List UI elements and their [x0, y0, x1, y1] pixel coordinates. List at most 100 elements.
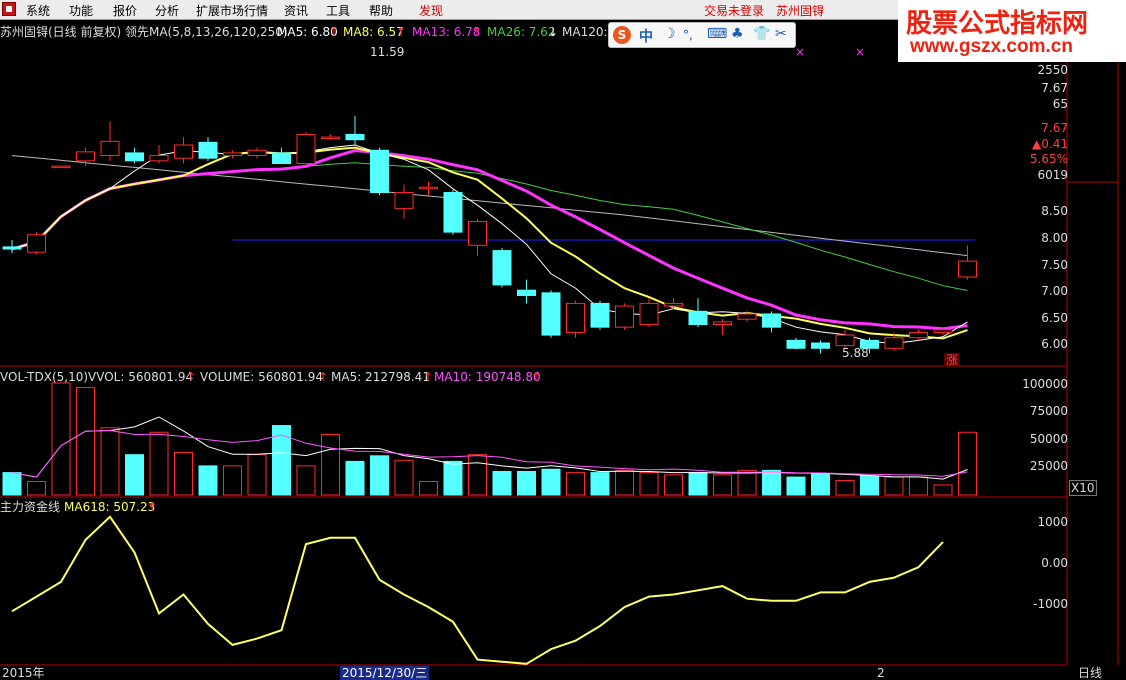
price-tick-2: 7.50: [1041, 258, 1068, 272]
volume-bar: [149, 431, 169, 496]
ime-lang-toggle[interactable]: 中: [639, 26, 653, 46]
price-tick-0: 8.50: [1041, 204, 1068, 218]
volume-bar: [590, 472, 610, 496]
price-tick-3: 7.00: [1041, 284, 1068, 298]
volume-bar: [2, 472, 22, 496]
vol-title: VOL-TDX(5,10): [0, 370, 89, 384]
chart-area[interactable]: [0, 20, 1126, 680]
candle-body: [958, 260, 977, 278]
candlestick-series: [2, 115, 977, 354]
menu-news[interactable]: 资讯: [284, 2, 308, 19]
candle-body: [811, 342, 830, 349]
menu-help[interactable]: 帮助: [369, 2, 393, 19]
volume-bar: [639, 472, 659, 496]
menu-system[interactable]: 系统: [26, 2, 50, 19]
ma120-line: [11, 155, 968, 257]
ime-toolbar[interactable]: S 中 ☽ °, ⌨ ♣ 👕 ✂: [608, 22, 796, 48]
candle-body: [835, 334, 855, 347]
candle-body: [247, 149, 267, 157]
volume-bar: [541, 468, 561, 496]
vol-tick-2: 50000: [1029, 432, 1068, 446]
volume-bar: [51, 382, 71, 496]
skin-icon[interactable]: ♣: [731, 26, 744, 42]
candle-body: [419, 186, 438, 190]
sogou-logo-icon[interactable]: S: [613, 26, 631, 44]
candle-body: [639, 302, 659, 326]
volume-legend: VOLUME: 560801.94: [200, 370, 323, 384]
candle-body: [174, 144, 193, 159]
trade-login-status[interactable]: 交易未登录: [704, 2, 764, 19]
candle-body: [394, 192, 414, 209]
candle-body: [149, 155, 169, 162]
vvol-legend: VVOL: 560801.94: [88, 370, 194, 384]
candle-body: [688, 310, 708, 326]
ma618-legend: MA618: 507.23: [64, 500, 156, 514]
menu-function[interactable]: 功能: [69, 2, 93, 19]
candle-body: [443, 192, 463, 233]
candle-body: [590, 302, 610, 328]
ma8-legend: MA8: 6.57: [343, 25, 404, 39]
vol-tick-0: 100000: [1022, 377, 1068, 391]
candle-body: [370, 149, 389, 194]
volume-bar: [27, 481, 46, 496]
watermark-url: www.gszx.com.cn: [910, 36, 1073, 57]
moon-icon[interactable]: ☽: [663, 26, 676, 42]
fund-tick-0: 1000: [1037, 515, 1068, 529]
volume-bar: [884, 476, 904, 496]
axis-info-3: 7.67: [1041, 121, 1068, 135]
menu-discover[interactable]: 发现: [419, 2, 443, 19]
vol-tick-1: 75000: [1029, 404, 1068, 418]
volume-bar: [223, 465, 242, 496]
volume-bar: [443, 460, 463, 496]
menu-extended-market[interactable]: 扩展市场行情: [196, 2, 268, 19]
period-daily-tab[interactable]: 日线: [1078, 666, 1102, 680]
volume-bar: [688, 472, 708, 496]
menu-quote[interactable]: 报价: [113, 2, 137, 19]
candle-body: [909, 331, 928, 339]
candle-body: [786, 339, 806, 349]
candle-body: [762, 313, 781, 328]
candle-body: [933, 329, 953, 333]
candle-body: [321, 136, 340, 140]
menu-tools[interactable]: 工具: [326, 2, 350, 19]
vol-tick-3: 25000: [1029, 459, 1068, 473]
candle-body: [884, 337, 904, 349]
axis-info-1: 7.67: [1041, 81, 1068, 95]
volume-bar: [909, 476, 928, 496]
volume-bar: [247, 454, 267, 496]
main-title: 苏州固锝(日线 前复权) 领先MA(5,8,13,26,120,250): [0, 25, 288, 39]
volume-bar: [664, 474, 683, 496]
moving-average-lines: [11, 144, 975, 345]
candle-body: [492, 250, 512, 286]
volume-bar: [615, 469, 634, 496]
shirt-icon[interactable]: 👕: [753, 26, 770, 42]
ma26-legend: MA26: 7.62: [487, 25, 556, 39]
menu-analysis[interactable]: 分析: [155, 2, 179, 19]
ma13-up-arrow-icon: ↑: [472, 25, 483, 39]
candle-body: [517, 289, 536, 296]
axis-info-0: 2550: [1037, 63, 1068, 77]
volume-bar: [198, 465, 218, 496]
candle-body: [468, 221, 487, 246]
volume-bar: [76, 386, 95, 496]
tools-icon[interactable]: ✂: [775, 26, 787, 42]
stock-name-top: 苏州固锝: [776, 4, 825, 18]
volume-bar: [566, 472, 585, 496]
candle-body: [737, 313, 757, 320]
volume-bar: [933, 484, 953, 496]
ma8-up-arrow-icon: ↑: [396, 25, 407, 39]
cursor-date-label: 2015/12/30/三: [340, 666, 430, 680]
vol-ma10-up-arrow-icon: ↑: [531, 370, 542, 384]
candle-body: [125, 152, 144, 162]
keyboard-icon[interactable]: ⌨: [707, 26, 727, 42]
candle-body: [664, 302, 683, 307]
low-price-label: 5.88: [842, 346, 869, 360]
vvol-up-arrow-icon: ↑: [186, 370, 197, 384]
volume-up-arrow-icon: ↑: [318, 370, 329, 384]
axis-info-4: ▲0.41: [1032, 137, 1068, 151]
volume-bar: [811, 473, 830, 496]
candle-body: [76, 151, 95, 162]
app-icon[interactable]: [2, 2, 16, 16]
punctuation-icon[interactable]: °,: [683, 28, 693, 42]
candle-body: [51, 165, 71, 169]
